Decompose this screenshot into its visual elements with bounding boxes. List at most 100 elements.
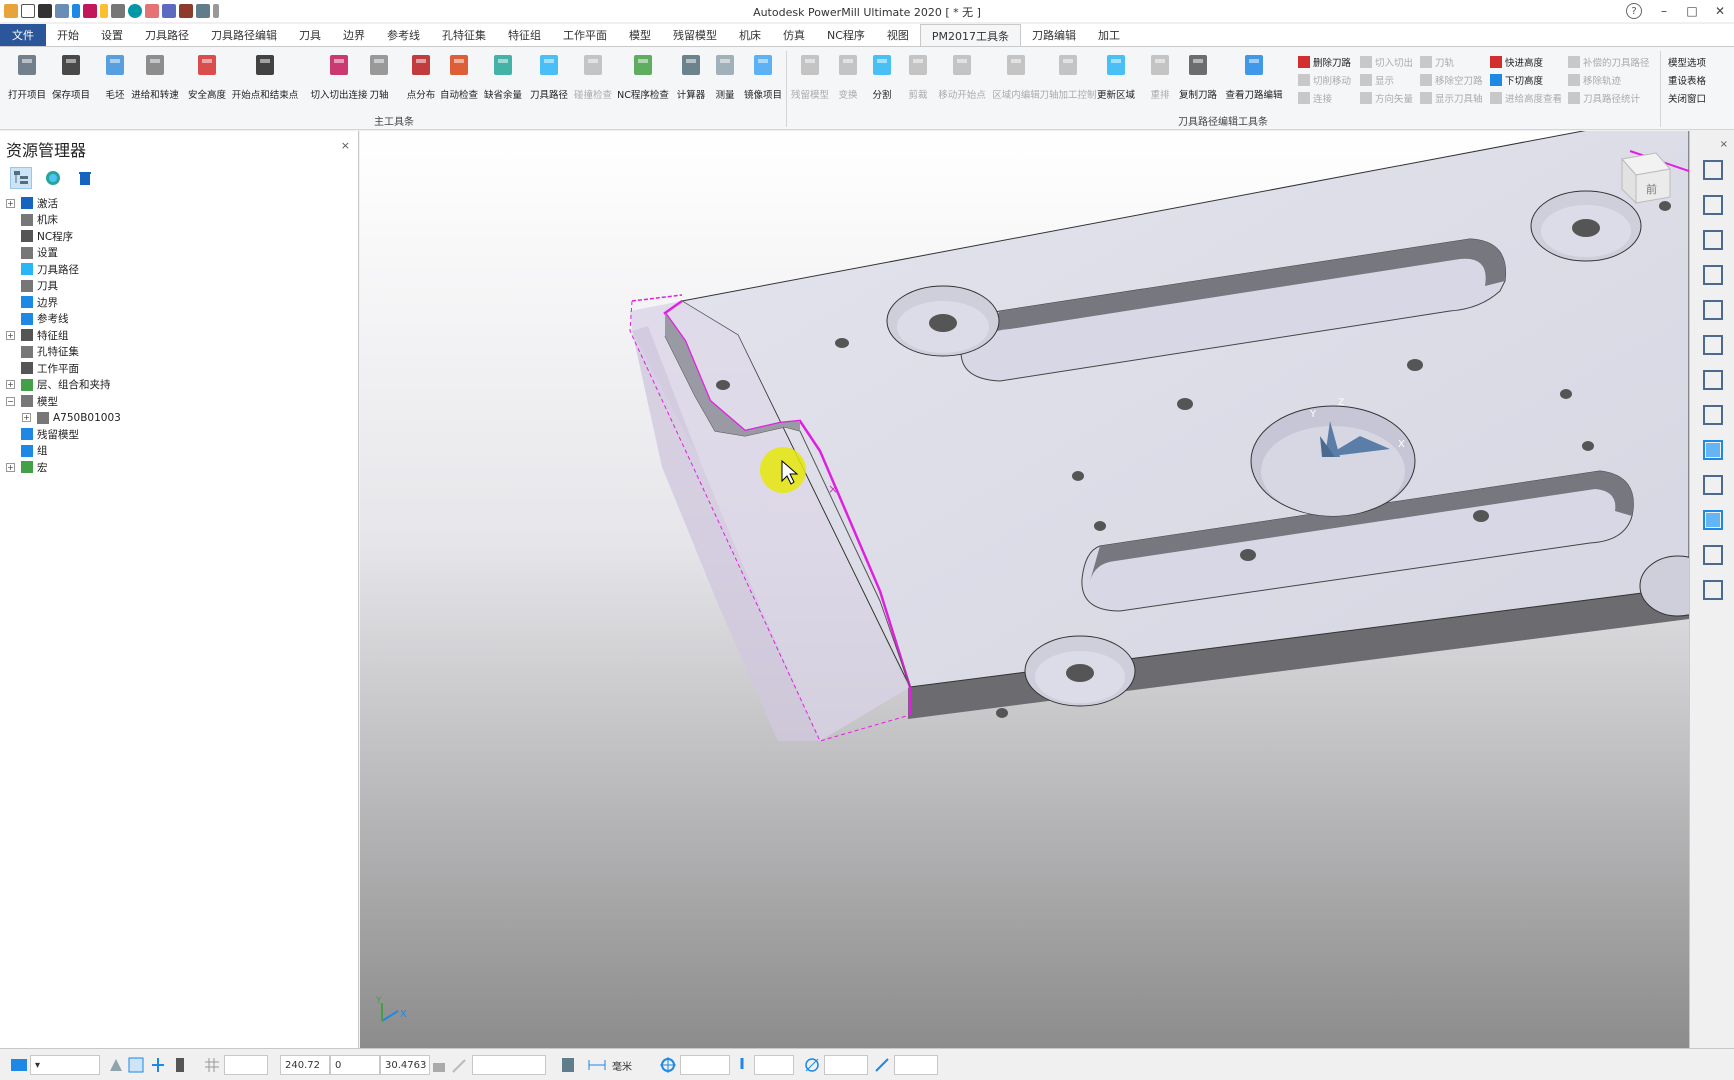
tree-expander-icon[interactable]: +: [6, 198, 15, 208]
wireframe-icon[interactable]: [1698, 470, 1728, 500]
close-button[interactable]: ✕: [1706, 0, 1734, 22]
tab-8[interactable]: 孔特征集: [431, 24, 497, 46]
ribbon-small-button-7[interactable]: 移除空刀路: [1420, 71, 1483, 89]
ribbon-edit-button-7[interactable]: 更新区域: [1096, 51, 1136, 101]
far-right-button-1[interactable]: 重设表格: [1668, 71, 1706, 89]
calculator-icon[interactable]: [560, 1056, 576, 1074]
tab-17[interactable]: PM2017工具条: [919, 24, 1022, 46]
tree-item-11[interactable]: + 层、组合和夹持: [6, 377, 121, 394]
book-icon[interactable]: [179, 4, 193, 18]
shaded-icon[interactable]: [1698, 435, 1728, 465]
ribbon-small-button-11[interactable]: 方向矢量: [1360, 89, 1413, 107]
tab-19[interactable]: 加工: [1087, 24, 1131, 46]
tab-0[interactable]: 文件: [0, 24, 46, 46]
undo-select-icon[interactable]: [1698, 575, 1728, 605]
tree-item-4[interactable]: 刀具路径: [6, 261, 121, 278]
tolerance-field[interactable]: [680, 1055, 730, 1075]
open-icon[interactable]: [21, 4, 35, 18]
delete-icon[interactable]: [74, 167, 96, 189]
tab-6[interactable]: 边界: [332, 24, 376, 46]
tree-item-6[interactable]: 边界: [6, 294, 121, 311]
tab-5[interactable]: 刀具: [288, 24, 332, 46]
maximize-button[interactable]: □: [1678, 0, 1706, 22]
tree-item-0[interactable]: + 激活: [6, 195, 121, 212]
explorer-close-button[interactable]: ×: [341, 139, 350, 152]
workplane-select[interactable]: ▾: [30, 1055, 100, 1075]
tree-expander-icon[interactable]: +: [22, 413, 31, 423]
far-right-button-2[interactable]: 关闭窗口: [1668, 89, 1706, 107]
tree-item-15[interactable]: 组: [6, 443, 121, 460]
tab-18[interactable]: 刀路编辑: [1021, 24, 1087, 46]
view-front-icon[interactable]: [1698, 190, 1728, 220]
graphics-viewport[interactable]: Y X Z × 前 X Y: [360, 131, 1689, 1048]
view-cube[interactable]: 前: [1621, 152, 1671, 205]
save-icon[interactable]: [38, 4, 52, 18]
select-icon[interactable]: [1698, 540, 1728, 570]
chart-icon[interactable]: [145, 4, 159, 18]
ribbon-main-button-10[interactable]: 缺省余量: [480, 51, 526, 101]
tree-expander-icon[interactable]: +: [6, 330, 15, 340]
tab-11[interactable]: 模型: [618, 24, 662, 46]
ribbon-main-button-9[interactable]: 自动检查: [436, 51, 482, 101]
tab-1[interactable]: 开始: [46, 24, 90, 46]
undo-icon[interactable]: [111, 4, 125, 18]
tree-item-3[interactable]: 设置: [6, 245, 121, 262]
tab-16[interactable]: 视图: [876, 24, 920, 46]
zoom-box-icon[interactable]: [1698, 365, 1728, 395]
extra-field[interactable]: [894, 1055, 938, 1075]
grid-icon[interactable]: [204, 1056, 220, 1074]
tree-expander-icon[interactable]: −: [6, 396, 15, 406]
ribbon-small-button-10[interactable]: 连接: [1298, 89, 1332, 107]
ribbon-edit-button-10[interactable]: 查看刀路编辑: [1224, 51, 1284, 101]
ribbon-small-button-4[interactable]: 补偿的刀具路径: [1568, 53, 1650, 71]
tool-icon[interactable]: [734, 1056, 750, 1074]
app-logo-icon[interactable]: [4, 4, 18, 18]
tab-14[interactable]: 仿真: [772, 24, 816, 46]
customize-icon[interactable]: [213, 4, 219, 18]
tree-item-8[interactable]: + 特征组: [6, 327, 121, 344]
ribbon-small-button-0[interactable]: 删除刀路: [1298, 53, 1351, 71]
tree-item-1[interactable]: 机床: [6, 212, 121, 229]
ribbon-main-button-11[interactable]: 刀具路径: [526, 51, 572, 101]
tab-4[interactable]: 刀具路径编辑: [200, 24, 288, 46]
tab-12[interactable]: 残留模型: [662, 24, 728, 46]
ribbon-small-button-5[interactable]: 切削移动: [1298, 71, 1351, 89]
zoom-icon[interactable]: [1698, 295, 1728, 325]
tree-view-icon[interactable]: [10, 167, 32, 189]
pencil-icon[interactable]: [452, 1056, 466, 1074]
ribbon-edit-button-9[interactable]: 复制刀路: [1178, 51, 1218, 101]
ribbon-main-button-5[interactable]: 开始点和结束点: [230, 51, 300, 101]
diameter-field[interactable]: [824, 1055, 868, 1075]
tab-2[interactable]: 设置: [90, 24, 134, 46]
tab-9[interactable]: 特征组: [497, 24, 552, 46]
light-icon[interactable]: [100, 4, 108, 18]
viewport-canvas[interactable]: Y X Z × 前 X Y: [360, 131, 1689, 1048]
ribbon-small-button-2[interactable]: 刀轨: [1420, 53, 1454, 71]
ribbon-main-button-16[interactable]: 镜像项目: [740, 51, 786, 101]
ribbon-small-button-13[interactable]: 进给高度查看: [1490, 89, 1562, 107]
ribbon-small-button-3[interactable]: 快进高度: [1490, 53, 1543, 71]
ribbon-small-button-14[interactable]: 刀具路径统计: [1568, 89, 1640, 107]
ribbon-edit-button-0[interactable]: 残留模型: [790, 51, 830, 101]
tool-field[interactable]: [754, 1055, 794, 1075]
tool-icon[interactable]: [83, 4, 97, 18]
ribbon-main-button-7[interactable]: 刀轴: [356, 51, 402, 101]
ribbon-small-button-8[interactable]: 下切高度: [1490, 71, 1543, 89]
tree-item-7[interactable]: 参考线: [6, 311, 121, 328]
tree-expander-icon[interactable]: +: [6, 380, 15, 390]
help-button[interactable]: ?: [1626, 3, 1642, 19]
view-toolbar-close[interactable]: ×: [1720, 139, 1728, 150]
minimize-button[interactable]: –: [1650, 0, 1678, 22]
sphere-icon[interactable]: [128, 4, 142, 18]
ribbon-small-button-1[interactable]: 切入切出: [1360, 53, 1413, 71]
view-top-icon[interactable]: [1698, 155, 1728, 185]
check-icon[interactable]: [874, 1056, 890, 1074]
entry-field[interactable]: [472, 1055, 546, 1075]
dimension-icon[interactable]: [588, 1056, 606, 1074]
zoom-out-icon[interactable]: [1698, 400, 1728, 430]
align-icon[interactable]: [150, 1056, 166, 1074]
calc-icon[interactable]: [196, 4, 210, 18]
workplane-icon[interactable]: [10, 1056, 28, 1074]
tree-item-5[interactable]: 刀具: [6, 278, 121, 295]
ribbon-main-button-13[interactable]: NC程序检查: [617, 51, 669, 101]
